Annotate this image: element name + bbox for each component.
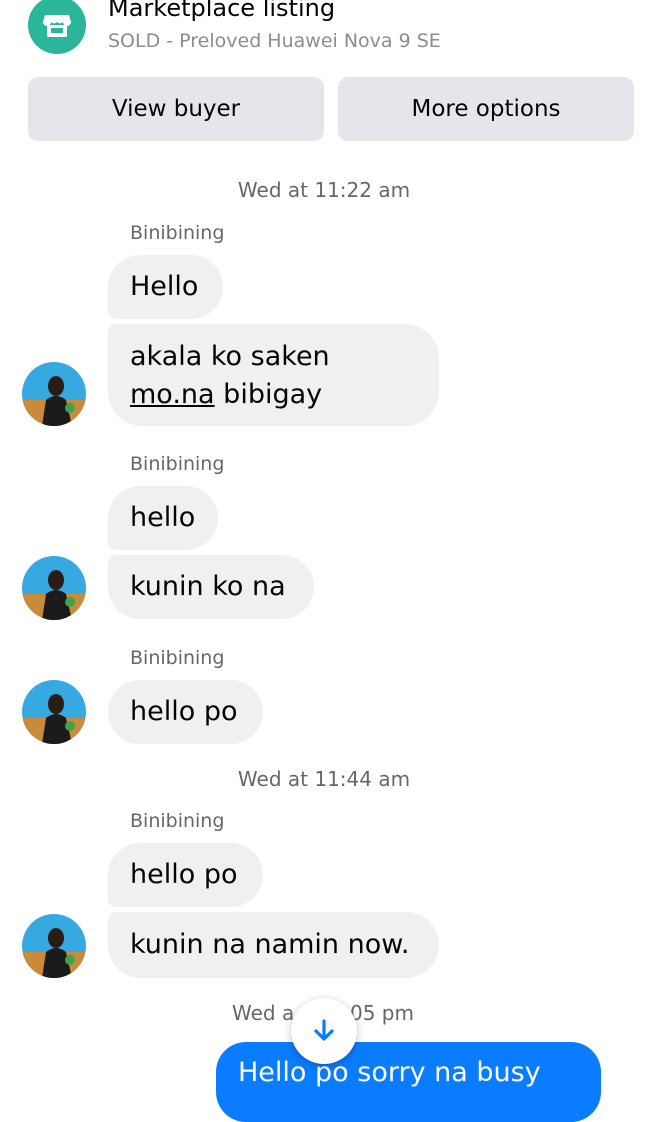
sender-name: Binibining bbox=[130, 810, 225, 832]
outgoing-message-bubble[interactable]: Hello po sorry na busy bbox=[216, 1042, 601, 1122]
timestamp: Wed at 11:22 am bbox=[237, 178, 411, 202]
sender-name: Binibining bbox=[130, 222, 225, 244]
view-buyer-button[interactable]: View buyer bbox=[28, 77, 324, 141]
avatar[interactable] bbox=[22, 914, 86, 978]
sender-name: Binibining bbox=[130, 647, 225, 669]
avatar[interactable] bbox=[22, 680, 86, 744]
more-options-button[interactable]: More options bbox=[338, 77, 634, 141]
listing-title: Marketplace listing bbox=[108, 0, 336, 22]
message-text: kunin ko na bbox=[130, 571, 286, 602]
message-text: kunin na namin now. bbox=[130, 929, 410, 960]
message-bubble[interactable]: akala ko saken mo.na bibigay bbox=[108, 324, 439, 426]
scroll-to-bottom-button[interactable] bbox=[291, 998, 357, 1064]
message-text: akala ko saken bbox=[130, 341, 330, 372]
message-text: hello po bbox=[130, 696, 238, 727]
timestamp: Wed at 11:44 am bbox=[237, 767, 411, 791]
message-bubble[interactable]: hello bbox=[108, 486, 218, 550]
sender-name: Binibining bbox=[130, 453, 225, 475]
message-bubble[interactable]: hello po bbox=[108, 843, 263, 907]
listing-subtitle: SOLD - Preloved Huawei Nova 9 SE bbox=[108, 30, 441, 52]
message-bubble[interactable]: kunin ko na bbox=[108, 555, 314, 619]
message-bubble[interactable]: kunin na namin now. bbox=[108, 912, 439, 978]
marketplace-store-icon bbox=[28, 0, 86, 54]
message-text: Hello po sorry na busy bbox=[238, 1057, 541, 1088]
message-bubble[interactable]: Hello bbox=[108, 255, 223, 319]
avatar[interactable] bbox=[22, 362, 86, 426]
message-text: hello po bbox=[130, 859, 238, 890]
timestamp-part: Wed a bbox=[232, 1001, 295, 1025]
message-bubble[interactable]: hello po bbox=[108, 680, 263, 744]
message-text: bibigay bbox=[214, 379, 323, 410]
arrow-down-icon bbox=[314, 1019, 334, 1041]
message-text: hello bbox=[130, 502, 196, 533]
message-link[interactable]: mo.na bbox=[130, 379, 215, 410]
avatar[interactable] bbox=[22, 556, 86, 620]
message-text: Hello bbox=[130, 271, 199, 302]
timestamp-part: 05 pm bbox=[350, 1001, 414, 1025]
